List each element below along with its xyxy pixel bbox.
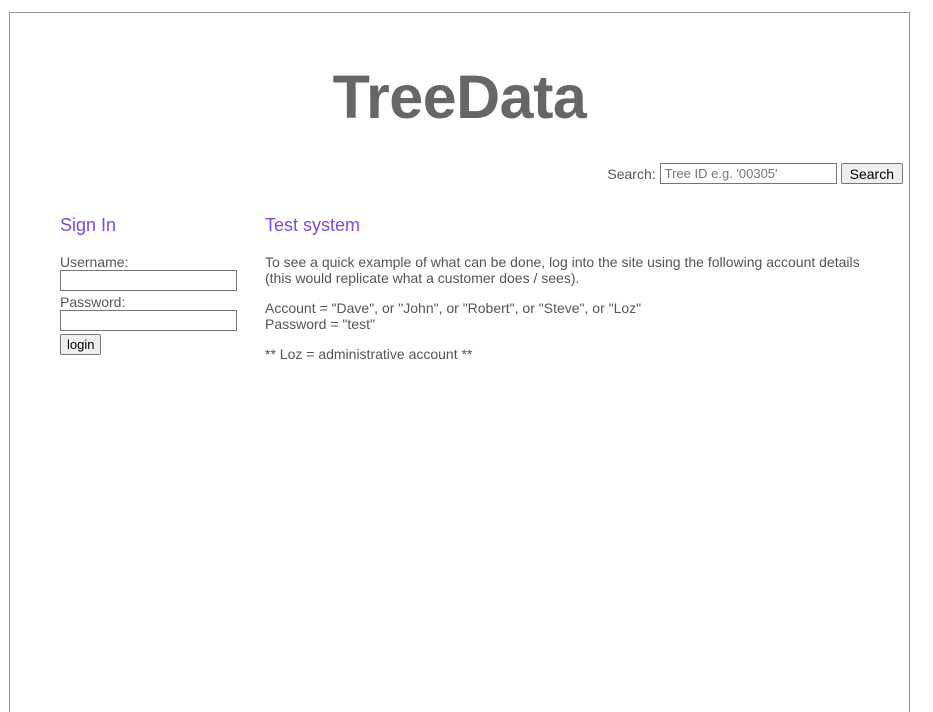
sign-in-panel: Sign In Username: Password: login: [60, 203, 240, 355]
test-system-heading: Test system: [265, 215, 361, 235]
search-button[interactable]: Search: [840, 163, 903, 184]
accounts-line: Account = "Dave", or "John", or "Robert"…: [265, 300, 642, 316]
intro-paragraph: To see a quick example of what can be do…: [265, 254, 885, 286]
username-label: Username:: [60, 254, 129, 270]
intro-line-2: (this would replicate what a customer do…: [265, 270, 580, 286]
username-field[interactable]: [60, 270, 237, 291]
search-bar: Search: Search: [607, 163, 903, 184]
login-button[interactable]: login: [60, 334, 102, 355]
search-input[interactable]: [659, 163, 837, 184]
search-label: Search:: [607, 165, 656, 182]
admin-note: ** Loz = administrative account **: [265, 346, 473, 362]
credentials-paragraph: Account = "Dave", or "John", or "Robert"…: [265, 300, 885, 332]
page-frame: TreeData Search: Search Sign In Username…: [9, 12, 910, 712]
password-field[interactable]: [60, 310, 237, 331]
main-content: Test system To see a quick example of wh…: [265, 203, 885, 376]
sign-in-heading: Sign In: [60, 215, 117, 235]
password-line: Password = "test": [265, 316, 375, 332]
site-title: TreeData: [332, 63, 587, 131]
password-label: Password:: [60, 294, 126, 310]
intro-line-1: To see a quick example of what can be do…: [265, 254, 860, 270]
